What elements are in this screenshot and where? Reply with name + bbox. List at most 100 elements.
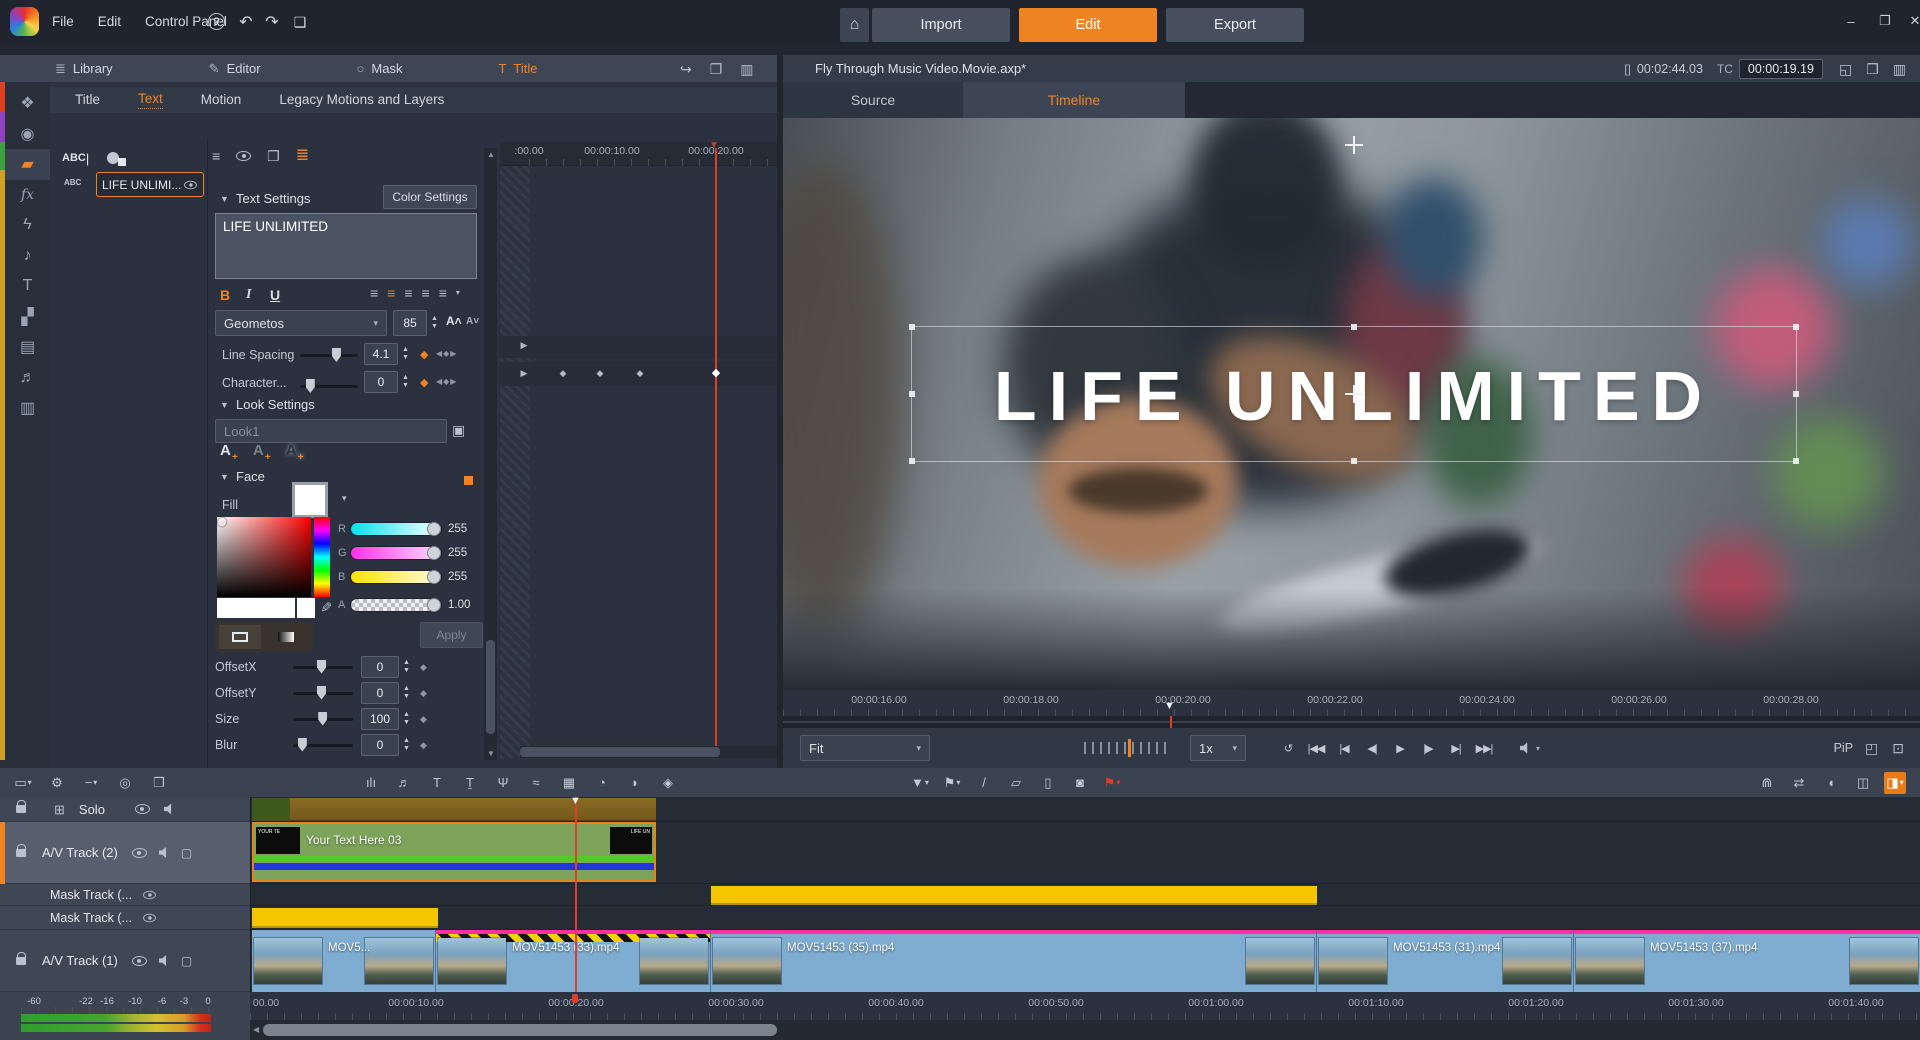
- eyedropper-icon[interactable]: ✎: [319, 601, 333, 613]
- scrollbar-thumb[interactable]: [520, 747, 720, 757]
- timeline-playhead-line[interactable]: [575, 797, 577, 992]
- keyframe-diamond-icon[interactable]: ◆: [560, 368, 567, 379]
- speaker-icon[interactable]: [159, 847, 171, 859]
- subtitle-tool-icon[interactable]: Ṯ▾: [459, 772, 481, 794]
- smart-edit-icon[interactable]: ◨▾: [1884, 772, 1906, 794]
- add-keyframe-icon[interactable]: ◆: [420, 714, 427, 725]
- eye-icon[interactable]: [135, 804, 150, 814]
- split-view-icon[interactable]: ◫▾: [1852, 772, 1874, 794]
- tab-library[interactable]: ≣ Library: [55, 61, 113, 77]
- track-header-av2[interactable]: A/V Track (2) ▢: [0, 822, 250, 884]
- lock-icon[interactable]: [16, 957, 26, 965]
- italic-button[interactable]: I: [246, 287, 251, 303]
- speaker-icon[interactable]: [159, 955, 171, 967]
- parameter-slider[interactable]: [293, 744, 353, 747]
- underline-button[interactable]: U: [270, 287, 280, 303]
- multicam-grid-icon[interactable]: ▦▾: [558, 772, 580, 794]
- layer-item[interactable]: LIFE UNLIMI...: [96, 172, 204, 197]
- bold-button[interactable]: B: [220, 287, 230, 303]
- undo-icon[interactable]: ↶: [236, 12, 256, 32]
- sidebar-bookshelf-icon[interactable]: ▥: [5, 393, 50, 424]
- add-face-icon[interactable]: A+: [220, 442, 231, 459]
- tab-text[interactable]: Text: [138, 91, 163, 109]
- volume-speaker-icon[interactable]: [1520, 742, 1532, 754]
- keyframe-run-in-icon[interactable]: ▶: [521, 340, 528, 351]
- scrollbar-thumb[interactable]: [486, 640, 495, 734]
- title-mini-timeline[interactable]: :00.0000:00:10.0000:00:20.00 ▶ ▶ ◆◆◆ ◆ ▼: [500, 118, 777, 768]
- sidebar-audio-icon[interactable]: ♪: [5, 241, 50, 272]
- add-keyframe-icon[interactable]: ◆: [420, 740, 427, 751]
- settings-scrollbar[interactable]: ▲ ▼: [484, 148, 497, 760]
- hue-strip[interactable]: [314, 517, 330, 597]
- delete-clip-icon[interactable]: ▯▾: [1037, 772, 1059, 794]
- play-button[interactable]: ▶: [1388, 736, 1412, 760]
- sidebar-scorefitter-icon[interactable]: ♬: [5, 363, 50, 394]
- add-keyframe-icon[interactable]: ◆: [420, 688, 427, 699]
- look-name-input[interactable]: Look1: [215, 419, 447, 443]
- fullscreen-preview-icon[interactable]: ◱: [1839, 62, 1852, 76]
- line-spacing-field[interactable]: 4.1: [364, 343, 398, 365]
- eye-icon[interactable]: [143, 913, 156, 922]
- gradient-fill-button[interactable]: [265, 625, 307, 649]
- rotation-handle-cross[interactable]: [1345, 136, 1363, 154]
- export-frame-icon[interactable]: ❐▾: [148, 772, 170, 794]
- visibility-eye-icon[interactable]: [236, 151, 251, 161]
- timeline-video-clip[interactable]: MOV51453 (33).mp4: [436, 930, 711, 992]
- step-forward-button[interactable]: |▶: [1416, 736, 1440, 760]
- add-text-icon[interactable]: ABC: [62, 152, 86, 164]
- shuttle-jog-control[interactable]: [1084, 742, 1172, 754]
- add-shape-icon[interactable]: [107, 150, 127, 166]
- slider-thumb[interactable]: [298, 738, 307, 752]
- keyframe-nav-icons[interactable]: ◀◆▶: [436, 349, 457, 358]
- duplicate-layer-icon[interactable]: ❐: [267, 149, 280, 163]
- slider-thumb[interactable]: [427, 598, 441, 612]
- align-right-icon[interactable]: ≡: [404, 286, 412, 300]
- channel-slider[interactable]: [350, 522, 442, 536]
- slider-thumb[interactable]: [427, 570, 441, 584]
- minimize-icon[interactable]: –: [1838, 10, 1864, 32]
- new-track-icon[interactable]: ⊞: [54, 803, 65, 816]
- timeline-video-clip[interactable]: MOV5...: [252, 930, 436, 992]
- selected-keyframe-icon[interactable]: ◆: [712, 366, 720, 379]
- pip-label[interactable]: PiP: [1834, 741, 1853, 755]
- help-icon[interactable]: ?: [208, 13, 225, 30]
- preview-playhead-handle[interactable]: ▼: [1164, 700, 1175, 712]
- loop-playback-button[interactable]: ↺: [1276, 736, 1300, 760]
- magnet-snap-icon[interactable]: ⋒▾: [1756, 772, 1778, 794]
- keyframe-wave-icon[interactable]: ≈▾: [525, 772, 547, 794]
- keyframe-diamond-icon[interactable]: ◆: [597, 368, 604, 379]
- next-clip-button[interactable]: ▶|: [1444, 736, 1468, 760]
- trim-mode-icon[interactable]: ▱▾: [1005, 772, 1027, 794]
- mask-clip[interactable]: [711, 886, 1317, 905]
- send-to-timeline-icon[interactable]: ↪: [680, 62, 692, 76]
- lock-icon[interactable]: [16, 849, 26, 857]
- timeline-content[interactable]: YOUR TE LIFE UN Your Text Here 03 MOV5..…: [250, 797, 1920, 992]
- parameter-slider[interactable]: [293, 666, 353, 669]
- snapshot-camera-icon[interactable]: ◙▾: [1069, 772, 1091, 794]
- document-icon[interactable]: ❑: [290, 12, 310, 32]
- color-gradient-square[interactable]: [217, 517, 311, 597]
- fill-color-swatch[interactable]: [292, 482, 328, 518]
- video-preview[interactable]: LIFE UNLIMITED: [783, 118, 1920, 690]
- align-center-icon[interactable]: ≡: [387, 286, 395, 300]
- font-family-dropdown[interactable]: Geometos ▾: [215, 310, 387, 336]
- time-remap-icon[interactable]: ◔▾: [591, 772, 613, 794]
- panel-columns-icon[interactable]: ▥: [740, 62, 753, 76]
- collapse-arrow-icon[interactable]: ▼: [220, 472, 229, 482]
- timecode-field[interactable]: 00:00:19.19: [1739, 59, 1823, 79]
- tab-title-sub[interactable]: Title: [75, 92, 100, 109]
- insert-mode-icon[interactable]: ▼▾: [909, 772, 931, 794]
- scroll-down-icon[interactable]: ▼: [487, 749, 495, 758]
- track-header-av1[interactable]: A/V Track (1) ▢: [0, 930, 250, 992]
- eye-icon[interactable]: [132, 848, 147, 858]
- collapse-arrow-icon[interactable]: ▼: [220, 400, 229, 410]
- disc-burn-icon[interactable]: ◎▾: [114, 772, 136, 794]
- eye-icon[interactable]: [143, 890, 156, 899]
- font-size-stepper[interactable]: ▲▼: [431, 310, 438, 336]
- sidebar-movies-icon[interactable]: ◉: [5, 119, 50, 150]
- character-spacing-field[interactable]: 0: [364, 371, 398, 393]
- export-mode-button[interactable]: Export: [1166, 8, 1304, 42]
- apply-button[interactable]: Apply: [420, 622, 483, 648]
- add-shadow-icon[interactable]: A+: [286, 442, 297, 459]
- tab-timeline-preview[interactable]: Timeline: [963, 82, 1185, 118]
